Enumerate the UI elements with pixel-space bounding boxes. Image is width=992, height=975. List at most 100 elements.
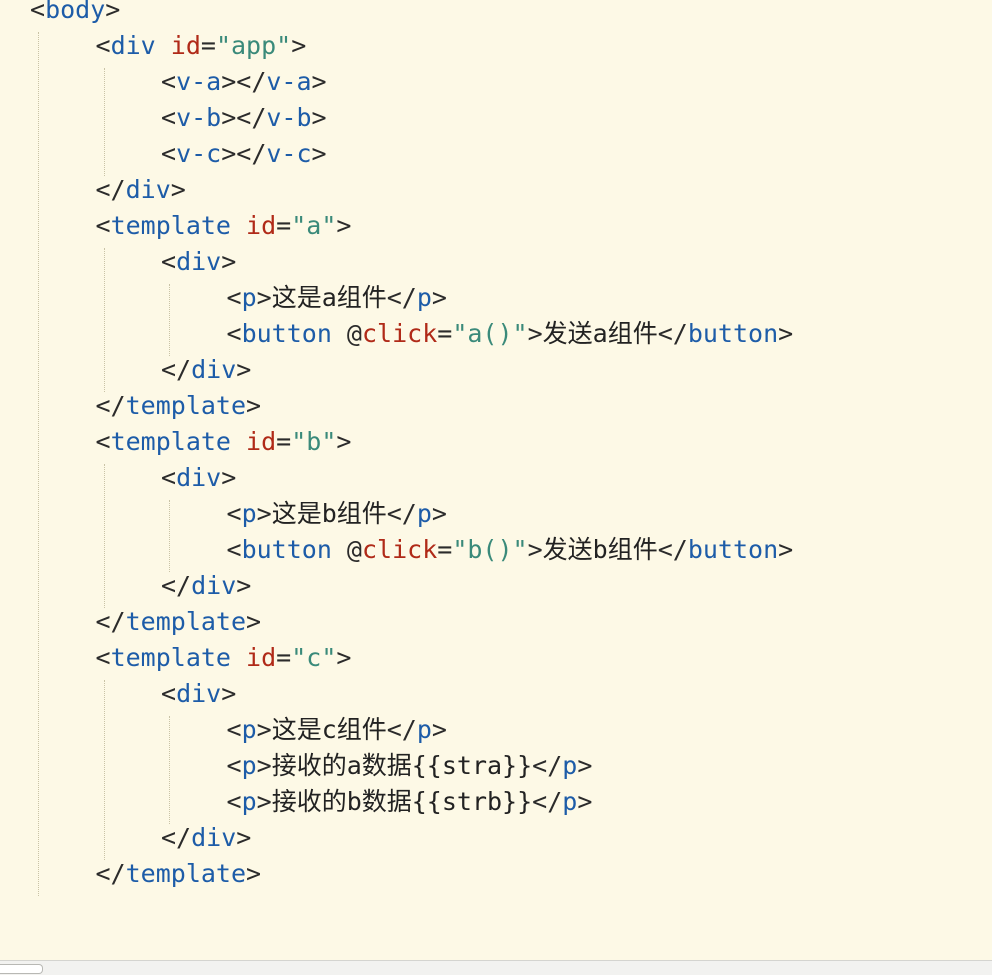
code-token-tag: template (110, 427, 231, 456)
code-token-tag: p (562, 787, 578, 816)
code-line: <p>这是a组件</p> (227, 280, 447, 316)
code-token-punct: </ (657, 535, 688, 564)
code-token-tag: v-c (266, 139, 312, 168)
code-token-punct: > (256, 787, 272, 816)
scrollbar-thumb[interactable] (0, 964, 43, 974)
code-token-punct: > (256, 751, 272, 780)
code-token-punct: > (336, 427, 352, 456)
code-token-punct: < (226, 535, 242, 564)
code-token-punct: > (778, 319, 794, 348)
code-token-punct: > (431, 283, 447, 312)
code-token-tag: v-b (266, 103, 312, 132)
code-line: </div> (161, 352, 251, 388)
code-token-punct: </ (95, 859, 126, 888)
code-token-punct: < (95, 643, 111, 672)
code-line: <v-b></v-b> (161, 100, 327, 136)
code-token-punct: </ (657, 319, 688, 348)
code-token-tag: template (125, 859, 247, 888)
code-line: <div> (161, 460, 236, 496)
code-line: <div> (161, 676, 236, 712)
code-token-tag: template (110, 211, 231, 240)
code-token-punct: ></ (221, 139, 267, 168)
code-token-tag: button (687, 535, 779, 564)
code-token-attr: click (361, 535, 438, 564)
code-token-string: "c" (291, 643, 337, 672)
code-line: <div id="app"> (96, 28, 307, 64)
code-token-punct: = (276, 211, 292, 240)
code-token-punct: </ (95, 607, 126, 636)
code-token-punct: > (256, 283, 272, 312)
code-token-tag: div (176, 247, 222, 276)
code-token-text: 发送b组件 (542, 535, 658, 564)
indent-guide (103, 248, 105, 392)
code-token-punct: > (527, 535, 543, 564)
code-token-punct: </ (386, 715, 417, 744)
code-token-punct: > (527, 319, 543, 348)
code-token-tag: v-b (176, 103, 222, 132)
code-token-punct: > (431, 499, 447, 528)
code-token-punct: @ (331, 319, 362, 348)
code-token-punct: </ (95, 175, 126, 204)
code-line: <template id="a"> (96, 208, 352, 244)
code-token-punct: > (105, 0, 121, 24)
code-token-punct: > (236, 355, 252, 384)
code-token-punct: > (236, 571, 252, 600)
code-line: <button @click="b()">发送b组件</button> (227, 532, 794, 568)
code-token-string: "b" (291, 427, 337, 456)
code-token-tag: p (416, 715, 432, 744)
horizontal-scrollbar[interactable] (0, 960, 992, 975)
code-token-string: "b()" (452, 535, 528, 564)
code-token-tag: button (241, 319, 332, 348)
code-token-punct: ></ (221, 103, 267, 132)
code-token-punct: </ (95, 391, 126, 420)
code-token-punct: </ (386, 283, 417, 312)
code-token-punct: = (200, 31, 216, 60)
code-token-punct: > (221, 679, 237, 708)
code-line: <p>这是c组件</p> (227, 712, 447, 748)
code-token-attr: id (170, 31, 201, 60)
code-line: <p>这是b组件</p> (227, 496, 447, 532)
code-token-punct: < (161, 463, 177, 492)
code-token-punct: < (226, 283, 242, 312)
code-token-punct: > (311, 103, 327, 132)
indent-guide (38, 32, 39, 896)
code-token-tag: v-c (176, 139, 222, 168)
indent-guide (169, 716, 170, 824)
code-token-punct: > (246, 859, 262, 888)
code-token-tag: p (241, 715, 257, 744)
code-editor[interactable]: <body> <div id="app"> <v-a></v-a> <v-b></v-… (0, 0, 992, 960)
code-line: <template id="b"> (96, 424, 352, 460)
code-token-punct: > (236, 823, 252, 852)
code-line: </div> (161, 820, 251, 856)
code-token-punct: < (95, 31, 111, 60)
code-token-punct: > (311, 67, 327, 96)
code-token-tag: v-a (176, 67, 222, 96)
code-line: </div> (161, 568, 251, 604)
code-token-punct: </ (386, 499, 417, 528)
code-token-punct: ></ (221, 67, 267, 96)
code-token-text: 这是a组件 (271, 283, 387, 312)
code-token-tag: body (45, 0, 106, 24)
code-token-tag: p (241, 787, 257, 816)
code-token-tag: template (125, 607, 247, 636)
code-line: </template> (96, 856, 262, 892)
code-token-punct: > (221, 463, 237, 492)
code-token-punct: </ (161, 571, 192, 600)
code-token-punct: < (226, 499, 242, 528)
code-token-tag: template (125, 391, 247, 420)
code-line: </template> (96, 604, 262, 640)
code-token-punct: </ (532, 751, 563, 780)
code-token-punct: < (226, 715, 242, 744)
code-token-text: 发送a组件 (542, 319, 658, 348)
code-token-tag: div (191, 571, 237, 600)
code-token-punct: > (170, 175, 186, 204)
indent-guide (169, 500, 170, 572)
code-token-tag: p (241, 283, 257, 312)
code-token-punct: < (161, 139, 177, 168)
code-token-punct: = (437, 319, 453, 348)
code-token-punct: = (276, 427, 292, 456)
code-token-punct: < (161, 67, 177, 96)
indent-guide (103, 68, 105, 176)
